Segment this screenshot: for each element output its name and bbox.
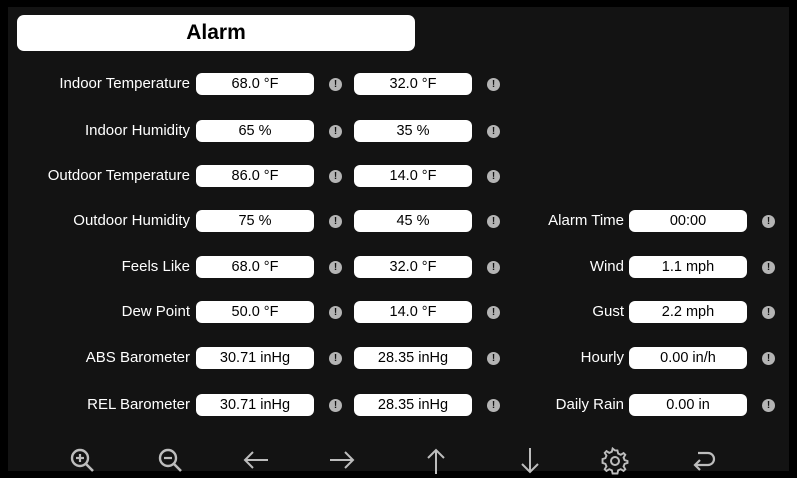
alarm-value-field[interactable]: 0.00 in (629, 394, 747, 416)
toolbar (0, 440, 797, 478)
alarm-indicator-icon[interactable]: ! (487, 352, 500, 365)
alarm-indicator-icon[interactable]: ! (329, 215, 342, 228)
alarm-indicator-icon[interactable]: ! (329, 125, 342, 138)
page-title: Alarm (17, 15, 415, 51)
row-label: ABS Barometer (85, 349, 190, 366)
alarm-indicator-icon[interactable]: ! (487, 306, 500, 319)
alarm-indicator-icon[interactable]: ! (487, 261, 500, 274)
row-label: Feels Like (121, 258, 190, 275)
alarm-value-field[interactable]: 2.2 mph (629, 301, 747, 323)
alarm-row: Feels Like 68.0 °F! 32.0 °F! (0, 253, 520, 281)
alarm-indicator-icon[interactable]: ! (762, 261, 775, 274)
alarm-row: Gust 2.2 mph! (510, 298, 790, 326)
alarm-row: Wind 1.1 mph! (510, 253, 790, 281)
alarm-indicator-icon[interactable]: ! (487, 215, 500, 228)
back-icon[interactable] (684, 444, 724, 474)
alarm-indicator-icon[interactable]: ! (487, 170, 500, 183)
row-label: Indoor Temperature (59, 75, 190, 92)
alarm-value-field[interactable]: 0.00 in/h (629, 347, 747, 369)
low-alarm-field[interactable]: 28.35 inHg (354, 347, 472, 369)
row-label: REL Barometer (87, 396, 190, 413)
alarm-value-field[interactable]: 1.1 mph (629, 256, 747, 278)
alarm-row: Dew Point 50.0 °F! 14.0 °F! (0, 298, 520, 326)
alarm-row: Indoor Humidity 65 %! 35 %! (0, 117, 520, 145)
high-alarm-field[interactable]: 86.0 °F (196, 165, 314, 187)
row-label: Alarm Time (548, 212, 624, 229)
alarm-value-field[interactable]: 00:00 (629, 210, 747, 232)
alarm-indicator-icon[interactable]: ! (487, 125, 500, 138)
gear-icon[interactable] (595, 444, 635, 475)
alarm-indicator-icon[interactable]: ! (329, 306, 342, 319)
alarm-row: Hourly 0.00 in/h! (510, 344, 790, 372)
low-alarm-field[interactable]: 32.0 °F (354, 256, 472, 278)
zoom-in-icon[interactable] (62, 444, 102, 474)
arrow-up-icon[interactable] (416, 444, 456, 474)
row-label: Outdoor Temperature (47, 167, 190, 184)
arrow-right-icon[interactable] (322, 444, 362, 474)
alarm-row: Indoor Temperature 68.0 °F! 32.0 °F! (0, 70, 520, 98)
alarm-indicator-icon[interactable]: ! (762, 352, 775, 365)
alarm-row: Outdoor Temperature 86.0 °F! 14.0 °F! (0, 162, 520, 190)
arrow-down-icon[interactable] (510, 444, 550, 474)
high-alarm-field[interactable]: 65 % (196, 120, 314, 142)
row-label: Outdoor Humidity (73, 212, 190, 229)
high-alarm-field[interactable]: 75 % (196, 210, 314, 232)
alarm-row: ABS Barometer 30.71 inHg! 28.35 inHg! (0, 344, 520, 372)
alarm-row: REL Barometer 30.71 inHg! 28.35 inHg! (0, 391, 520, 419)
high-alarm-field[interactable]: 30.71 inHg (196, 347, 314, 369)
alarm-indicator-icon[interactable]: ! (329, 170, 342, 183)
high-alarm-field[interactable]: 30.71 inHg (196, 394, 314, 416)
alarm-indicator-icon[interactable]: ! (329, 261, 342, 274)
row-label: Daily Rain (555, 396, 624, 413)
alarm-indicator-icon[interactable]: ! (487, 78, 500, 91)
row-label: Wind (589, 258, 624, 275)
high-alarm-field[interactable]: 68.0 °F (196, 73, 314, 95)
alarm-indicator-icon[interactable]: ! (762, 306, 775, 319)
alarm-indicator-icon[interactable]: ! (329, 399, 342, 412)
low-alarm-field[interactable]: 45 % (354, 210, 472, 232)
low-alarm-field[interactable]: 35 % (354, 120, 472, 142)
row-label: Gust (592, 303, 624, 320)
alarm-row: Daily Rain 0.00 in! (510, 391, 790, 419)
low-alarm-field[interactable]: 14.0 °F (354, 165, 472, 187)
low-alarm-field[interactable]: 32.0 °F (354, 73, 472, 95)
alarm-row: Outdoor Humidity 75 %! 45 %! (0, 207, 520, 235)
alarm-indicator-icon[interactable]: ! (762, 399, 775, 412)
alarm-indicator-icon[interactable]: ! (329, 78, 342, 91)
row-label: Dew Point (121, 303, 190, 320)
alarm-row: Alarm Time 00:00! (510, 207, 790, 235)
alarm-indicator-icon[interactable]: ! (487, 399, 500, 412)
arrow-left-icon[interactable] (236, 444, 276, 474)
row-label: Indoor Humidity (84, 122, 190, 139)
high-alarm-field[interactable]: 68.0 °F (196, 256, 314, 278)
alarm-indicator-icon[interactable]: ! (329, 352, 342, 365)
zoom-out-icon[interactable] (150, 444, 190, 474)
row-label: Hourly (580, 349, 624, 366)
high-alarm-field[interactable]: 50.0 °F (196, 301, 314, 323)
low-alarm-field[interactable]: 14.0 °F (354, 301, 472, 323)
low-alarm-field[interactable]: 28.35 inHg (354, 394, 472, 416)
alarm-indicator-icon[interactable]: ! (762, 215, 775, 228)
